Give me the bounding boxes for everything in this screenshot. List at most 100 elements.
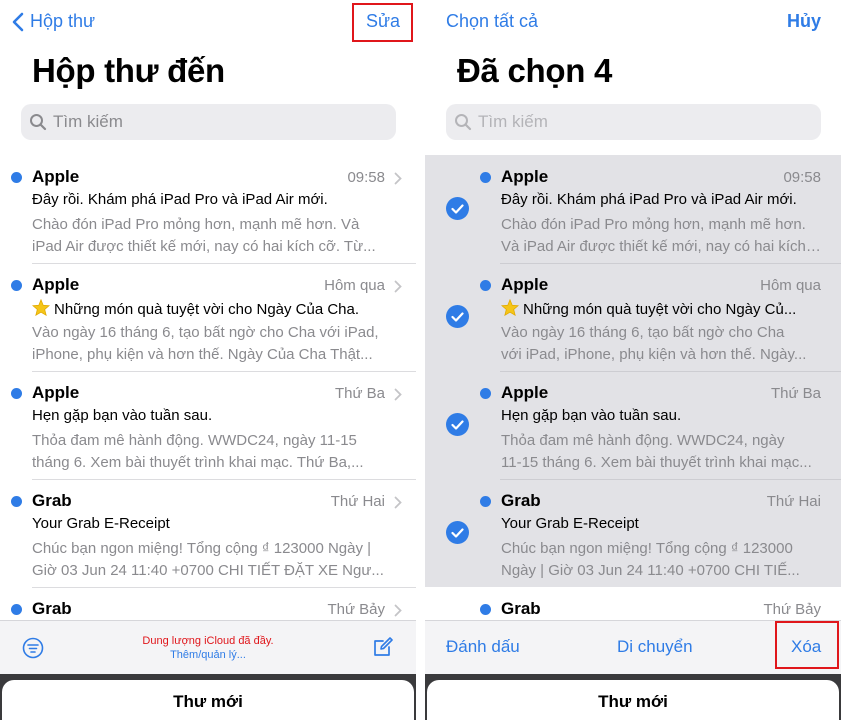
move-button[interactable]: Di chuyển [617,637,693,657]
chevron-right-icon [394,388,402,401]
search-icon [455,114,472,131]
preview-line: Thỏa đam mê hành động. WWDC24, ngày 11-1… [32,432,357,449]
message-row[interactable]: Grab Thứ Hai Your Grab E-Receipt Chúc bạ… [0,479,416,587]
subject-text: Những món quà tuyệt vời cho Ngày Của Cha… [54,301,360,318]
checkmark-icon[interactable] [446,305,469,328]
search-placeholder: Tìm kiếm [53,112,123,131]
message-sender: Apple [32,275,80,294]
message-row[interactable]: Apple 09:58 Đây rồi. Khám phá iPad Pro v… [0,155,416,263]
unread-dot-icon [480,172,491,183]
preview-line: Giờ 03 Jun 24 11:40 +0700 CHI TIẾT ĐẶT X… [32,562,384,579]
chevron-right-icon [394,172,402,185]
preview-line: Chúc bạn ngon miệng! Tổng cộng ₫ 123000 … [32,540,372,557]
chevron-left-icon [12,12,24,31]
bottom-toolbar: Đánh dấu Di chuyển Xóa [425,620,841,674]
new-message-sheet[interactable]: Thư mới [427,680,839,720]
inbox-panel: Hộp thư Sửa Hộp thư đến Tìm kiếm Apple 0… [0,0,416,720]
unread-dot-icon [480,388,491,399]
preview-line: Ngày | Giờ 03 Jun 24 11:40 +0700 CHI TIẾ… [501,562,800,579]
message-time: Thứ Hai [766,493,821,510]
subject-text: Những món quà tuyệt vời cho Ngày Củ... [523,301,797,318]
message-sender: Apple [501,275,549,294]
storage-status: Dung lượng iCloud đã đầy. Thêm/quản lý..… [0,634,416,662]
select-all-button[interactable]: Chọn tất cả [446,11,538,32]
message-subject: Những món quà tuyệt vời cho Ngày Củ... [501,299,821,318]
message-preview: Chúc bạn ngon miệng! Tổng cộng ₫ 123000 … [32,538,388,582]
checkmark-icon[interactable] [446,197,469,220]
preview-line: Và iPad Air được thiết kế mới, nay có ha… [501,238,821,255]
page-title: Hộp thư đến [32,52,225,89]
message-time: 09:58 [347,169,385,186]
preview-line: iPad Air được thiết kế mới, nay có hai k… [32,238,376,255]
row-separator [500,371,841,372]
message-row[interactable]: Grab Thứ Hai Your Grab E-Receipt Chúc bạ… [425,479,841,587]
preview-line: Vào ngày 16 tháng 6, tạo bất ngờ cho Cha [501,324,785,341]
message-sender: Apple [32,383,80,402]
message-time: Thứ Bảy [327,601,385,618]
page-title: Đã chọn 4 [457,52,613,89]
manage-storage-link[interactable]: Thêm/quản lý... [0,648,416,662]
row-separator [32,479,416,480]
preview-line: tháng 6. Xem bài thuyết trình khai mạc. … [32,454,364,471]
message-sender: Grab [32,491,72,510]
row-separator [32,263,416,264]
preview-line: Chào đón iPad Pro mỏng hơn, mạnh mẽ hơn.… [32,216,360,233]
message-subject: Your Grab E-Receipt [32,515,170,532]
compose-icon[interactable] [372,636,394,658]
row-separator [500,263,841,264]
delete-button[interactable]: Xóa [791,637,821,657]
message-row[interactable]: Apple Hôm qua Những món quà tuyệt vời ch… [0,263,416,371]
star-emoji-icon [501,299,519,316]
message-time: Hôm qua [760,277,821,294]
preview-line: Thỏa đam mê hành động. WWDC24, ngày [501,432,785,449]
message-row[interactable]: Apple 09:58 Đây rồi. Khám phá iPad Pro v… [425,155,841,263]
preview-line: Vào ngày 16 tháng 6, tạo bất ngờ cho Cha… [32,324,379,341]
row-separator [500,479,841,480]
message-preview: Thỏa đam mê hành động. WWDC24, ngày 11-1… [32,430,388,474]
unread-dot-icon [11,388,22,399]
preview-line: iPhone, phụ kiện và hơn thế. Ngày Của Ch… [32,346,373,363]
mark-button[interactable]: Đánh dấu [446,637,520,657]
sheet-title: Thư mới [173,692,243,711]
preview-line: 11-15 tháng 6. Xem bài thuyết trình khai… [501,454,812,471]
message-subject: Đây rồi. Khám phá iPad Pro và iPad Air m… [501,191,797,208]
message-row[interactable]: Apple Hôm qua Những món quà tuyệt vời ch… [425,263,841,371]
search-bar[interactable]: Tìm kiếm [21,104,396,140]
preview-line: Chúc bạn ngon miệng! Tổng cộng ₫ 123000 [501,540,793,557]
back-button[interactable]: Hộp thư [12,11,95,32]
message-subject: Your Grab E-Receipt [501,515,639,532]
message-row[interactable]: Apple Thứ Ba Hẹn gặp bạn vào tuần sau. T… [0,371,416,479]
message-list: Apple 09:58 Đây rồi. Khám phá iPad Pro v… [425,155,841,695]
row-separator [32,371,416,372]
checkmark-icon[interactable] [446,413,469,436]
message-time: Hôm qua [324,277,385,294]
sheet-title: Thư mới [598,692,668,711]
message-subject: Những món quà tuyệt vời cho Ngày Của Cha… [32,299,398,318]
message-sender: Grab [501,599,541,618]
message-subject: Đây rồi. Khám phá iPad Pro và iPad Air m… [32,191,328,208]
unread-dot-icon [11,604,22,615]
message-time: Thứ Bảy [763,601,821,618]
star-emoji-icon [32,299,50,316]
search-placeholder: Tìm kiếm [478,112,548,131]
message-time: Thứ Ba [770,385,821,402]
new-message-sheet[interactable]: Thư mới [2,680,414,720]
selection-panel: Chọn tất cả Hủy Đã chọn 4 Tìm kiếm Apple… [425,0,841,720]
search-bar[interactable]: Tìm kiếm [446,104,821,140]
chevron-right-icon [394,496,402,509]
unread-dot-icon [11,496,22,507]
unread-dot-icon [11,172,22,183]
checkmark-icon[interactable] [446,521,469,544]
message-sender: Grab [501,491,541,510]
bottom-toolbar: Dung lượng iCloud đã đầy. Thêm/quản lý..… [0,620,416,674]
message-subject: Hẹn gặp bạn vào tuần sau. [32,407,213,424]
edit-button[interactable]: Sửa [366,11,400,32]
message-row[interactable]: Apple Thứ Ba Hẹn gặp bạn vào tuần sau. T… [425,371,841,479]
message-preview: Vào ngày 16 tháng 6, tạo bất ngờ cho Cha… [32,322,388,366]
cancel-button[interactable]: Hủy [787,11,821,32]
message-preview: Chúc bạn ngon miệng! Tổng cộng ₫ 123000 … [501,538,821,582]
unread-dot-icon [480,604,491,615]
unread-dot-icon [11,280,22,291]
message-time: Thứ Ba [334,385,385,402]
unread-dot-icon [480,496,491,507]
